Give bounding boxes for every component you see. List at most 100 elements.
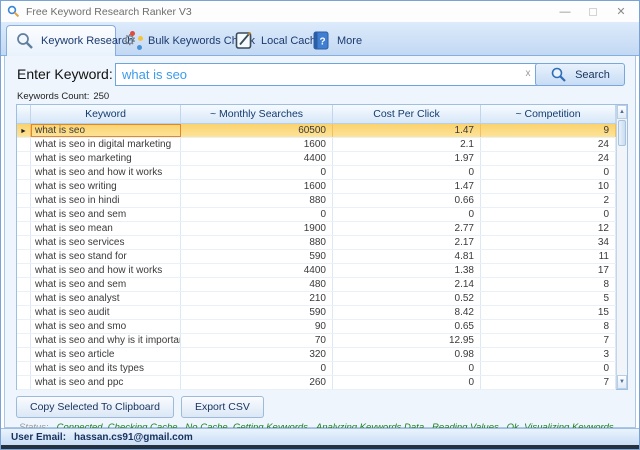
table-row[interactable]: ► what is seo and ppc 260 0 7 (17, 376, 616, 390)
cell-keyword: what is seo and why is it important (31, 334, 181, 347)
scroll-down-icon[interactable]: ▼ (617, 375, 627, 389)
window-title: Free Keyword Research Ranker V3 (26, 5, 192, 18)
cell-cost-per-click: 2.1 (333, 138, 481, 151)
close-button[interactable]: ✕ (607, 1, 635, 22)
vertical-scrollbar[interactable]: ▲ ▼ (616, 105, 627, 389)
table-row[interactable]: ► what is seo audit 590 8.42 15 (17, 306, 616, 320)
enter-keyword-label: Enter Keyword: (17, 66, 113, 82)
table-row[interactable]: ► what is seo and how it works 0 0 0 (17, 166, 616, 180)
cell-cost-per-click: 2.77 (333, 222, 481, 235)
cell-competition: 17 (481, 264, 616, 277)
cell-monthly-searches: 4400 (181, 264, 333, 277)
cell-cost-per-click: 0 (333, 376, 481, 389)
scrollbar-track[interactable] (617, 147, 627, 375)
table-row[interactable]: ► what is seo article 320 0.98 3 (17, 348, 616, 362)
row-selector: ► (17, 320, 31, 333)
cell-monthly-searches: 1600 (181, 138, 333, 151)
table-row[interactable]: ► what is seo and why is it important 70… (17, 334, 616, 348)
cell-cost-per-click: 2.14 (333, 278, 481, 291)
cell-cost-per-click: 8.42 (333, 306, 481, 319)
cell-cost-per-click: 0.65 (333, 320, 481, 333)
cell-monthly-searches: 590 (181, 250, 333, 263)
magnifier-icon (15, 31, 35, 51)
table-row[interactable]: ► what is seo analyst 210 0.52 5 (17, 292, 616, 306)
row-selector: ► (17, 264, 31, 277)
app-window: Free Keyword Research Ranker V3 — ✕ Keyw… (0, 0, 640, 450)
export-csv-button[interactable]: Export CSV (180, 396, 264, 418)
cell-cost-per-click: 2.17 (333, 236, 481, 249)
cell-keyword: what is seo and how it works (31, 166, 181, 179)
table-row[interactable]: ► what is seo writing 1600 1.47 10 (17, 180, 616, 194)
copy-selected-button[interactable]: Copy Selected To Clipboard (16, 396, 174, 418)
cell-monthly-searches: 0 (181, 208, 333, 221)
notepad-pencil-icon (235, 31, 254, 50)
row-selector: ► (17, 362, 31, 375)
footer: User Email: hassan.cs91@gmail.com (1, 428, 639, 449)
user-email-value: hassan.cs91@gmail.com (74, 431, 193, 443)
cell-competition: 2 (481, 194, 616, 207)
minimize-button[interactable]: — (551, 1, 579, 22)
row-selector: ► (17, 180, 31, 193)
cell-competition: 11 (481, 250, 616, 263)
cell-cost-per-click: 0.52 (333, 292, 481, 305)
row-selector: ► (17, 348, 31, 361)
tab-label: More (337, 34, 363, 47)
cell-cost-per-click: 0.98 (333, 348, 481, 361)
tab-more[interactable]: ? More (313, 25, 362, 56)
cell-keyword: what is seo analyst (31, 292, 181, 305)
cell-keyword: what is seo in hindi (31, 194, 181, 207)
user-email-label: User Email: (11, 431, 67, 443)
cell-keyword: what is seo and sem (31, 208, 181, 221)
row-selector: ► (17, 166, 31, 179)
header-monthly-searches[interactable]: ~ Monthly Searches (181, 105, 333, 123)
table-row[interactable]: ► what is seo services 880 2.17 34 (17, 236, 616, 250)
cell-monthly-searches: 480 (181, 278, 333, 291)
row-selector: ► (17, 194, 31, 207)
header-keyword[interactable]: Keyword (31, 105, 181, 123)
cell-monthly-searches: 1900 (181, 222, 333, 235)
table-row[interactable]: ► what is seo in hindi 880 0.66 2 (17, 194, 616, 208)
scroll-up-icon[interactable]: ▲ (617, 105, 627, 119)
clear-input-icon[interactable]: x (521, 67, 535, 81)
row-selector: ► (17, 152, 31, 165)
table-row[interactable]: ► what is seo marketing 4400 1.97 24 (17, 152, 616, 166)
cell-monthly-searches: 880 (181, 236, 333, 249)
header-selector (17, 105, 31, 123)
table-row[interactable]: ► what is seo mean 1900 2.77 12 (17, 222, 616, 236)
table-row[interactable]: ► what is seo 60500 1.47 9 (17, 124, 616, 138)
gear-icon: ⚙ (123, 30, 143, 50)
search-button[interactable]: Search (535, 63, 625, 86)
row-selector: ► (17, 292, 31, 305)
tab-local-cache[interactable]: Local Cache (235, 25, 322, 56)
table-row[interactable]: ► what is seo and how it works 4400 1.38… (17, 264, 616, 278)
table-row[interactable]: ► what is seo and sem 0 0 0 (17, 208, 616, 222)
cell-cost-per-click: 0 (333, 166, 481, 179)
table-row[interactable]: ► what is seo and its types 0 0 0 (17, 362, 616, 376)
row-selector: ► (17, 208, 31, 221)
row-selector: ► (17, 250, 31, 263)
cell-competition: 7 (481, 334, 616, 347)
cell-competition: 8 (481, 278, 616, 291)
cell-keyword: what is seo and smo (31, 320, 181, 333)
results-table: Keyword ~ Monthly Searches Cost Per Clic… (16, 104, 628, 390)
tab-keyword-research[interactable]: Keywork Research (6, 25, 133, 56)
table-header: Keyword ~ Monthly Searches Cost Per Clic… (17, 105, 616, 124)
title-bar: Free Keyword Research Ranker V3 — ✕ (1, 1, 639, 22)
maximize-button[interactable] (579, 1, 607, 22)
cell-cost-per-click: 1.47 (333, 124, 481, 137)
cell-cost-per-click: 0.66 (333, 194, 481, 207)
cell-cost-per-click: 12.95 (333, 334, 481, 347)
row-selector: ► (17, 236, 31, 249)
table-row[interactable]: ► what is seo in digital marketing 1600 … (17, 138, 616, 152)
header-competition[interactable]: ~ Competition (481, 105, 616, 123)
table-row[interactable]: ► what is seo and smo 90 0.65 8 (17, 320, 616, 334)
header-cost-per-click[interactable]: Cost Per Click (333, 105, 481, 123)
row-selector: ► (17, 376, 31, 389)
table-row[interactable]: ► what is seo stand for 590 4.81 11 (17, 250, 616, 264)
keyword-input[interactable] (115, 63, 539, 86)
cell-monthly-searches: 210 (181, 292, 333, 305)
table-row[interactable]: ► what is seo and sem 480 2.14 8 (17, 278, 616, 292)
cell-cost-per-click: 4.81 (333, 250, 481, 263)
scrollbar-thumb[interactable] (618, 120, 626, 146)
cell-competition: 24 (481, 138, 616, 151)
